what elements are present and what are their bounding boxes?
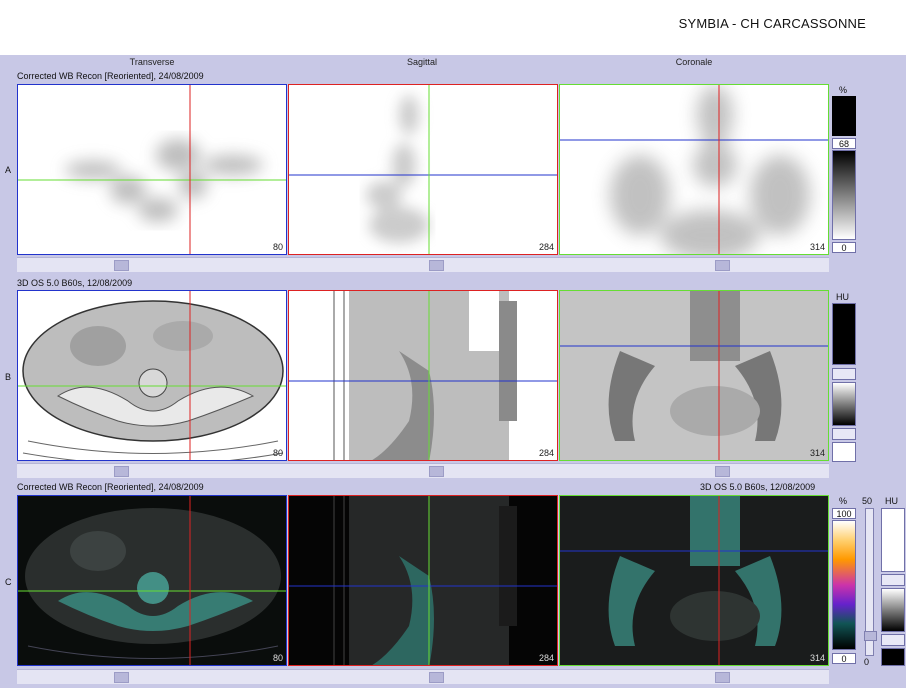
scroll-thumb[interactable]	[114, 466, 129, 477]
scale-a-upper-block	[832, 96, 856, 136]
scale-c-hu-gradient[interactable]	[881, 588, 905, 632]
scale-c-min-box[interactable]: 0	[832, 653, 856, 664]
blend-slider-thumb[interactable]	[864, 631, 877, 641]
scroll-thumb[interactable]	[429, 260, 444, 271]
scroll-thumb[interactable]	[715, 672, 730, 683]
scale-c-unit-left: %	[839, 496, 848, 506]
viewport-a-coronale[interactable]: 314	[559, 84, 829, 255]
scale-a-unit: %	[839, 85, 848, 95]
scale-c-hu-handle[interactable]	[881, 574, 905, 586]
scale-b-gradient[interactable]	[832, 382, 856, 426]
pet-coronal-image	[560, 85, 828, 254]
scale-a-min-box[interactable]: 0	[832, 242, 856, 253]
pet-sagittal-image	[289, 85, 557, 254]
pet-transverse-image	[18, 85, 286, 254]
scale-b-unit: HU	[836, 292, 849, 302]
scale-b-level-handle[interactable]	[832, 368, 856, 380]
row-c-series-info-pet: Corrected WB Recon [Reoriented], 24/08/2…	[17, 482, 204, 492]
column-header-transverse: Transverse	[129, 57, 175, 67]
row-c-series-info-ct: 3D OS 5.0 B60s, 12/08/2009	[700, 482, 816, 492]
scroll-thumb[interactable]	[715, 466, 730, 477]
row-b-slice-scrollbar[interactable]	[17, 463, 829, 478]
slice-number: 314	[809, 242, 825, 252]
column-header-coronale: Coronale	[675, 57, 713, 67]
viewport-c-sagittal[interactable]: 284	[288, 495, 558, 666]
row-b-label: B	[5, 372, 12, 382]
scale-c-hu-lower	[881, 648, 905, 666]
viewport-b-coronale[interactable]: 314	[559, 290, 829, 461]
scale-a-gradient[interactable]	[832, 150, 856, 240]
slice-number: 284	[538, 653, 554, 663]
scale-b-upper-block	[832, 303, 856, 365]
slice-number: 284	[538, 448, 554, 458]
viewport-a-transverse[interactable]: 80	[17, 84, 287, 255]
row-a-series-info: Corrected WB Recon [Reoriented], 24/08/2…	[17, 71, 204, 81]
scale-c-blend-top: 50	[862, 496, 873, 506]
scale-c-blend-slider[interactable]	[864, 508, 877, 656]
row-c-slice-scrollbar[interactable]	[17, 669, 829, 684]
app-header: SYMBIA - CH CARCASSONNE	[0, 0, 906, 55]
ct-coronal-image	[560, 291, 828, 460]
ct-transverse-image	[18, 291, 286, 460]
scroll-thumb[interactable]	[429, 672, 444, 683]
scale-b-min-handle[interactable]	[832, 428, 856, 440]
row-c-label: C	[5, 577, 12, 587]
viewport-c-coronale[interactable]: 314	[559, 495, 829, 666]
viewport-a-sagittal[interactable]: 284	[288, 84, 558, 255]
row-a-label: A	[5, 165, 12, 175]
scroll-thumb[interactable]	[715, 260, 730, 271]
scale-a-level-box[interactable]: 68	[832, 138, 856, 149]
scale-c-unit-right: HU	[885, 496, 898, 506]
slice-number: 314	[809, 653, 825, 663]
institution-title: SYMBIA - CH CARCASSONNE	[678, 16, 866, 31]
scale-c-max-box[interactable]: 100	[832, 508, 856, 519]
fusion-sagittal-image	[289, 496, 557, 665]
row-b-series-info: 3D OS 5.0 B60s, 12/08/2009	[17, 278, 133, 288]
viewport-c-transverse[interactable]: 80	[17, 495, 287, 666]
scale-c-blend-bottom: 0	[864, 657, 870, 667]
slice-number: 314	[809, 448, 825, 458]
row-a-slice-scrollbar[interactable]	[17, 257, 829, 272]
scroll-thumb[interactable]	[114, 260, 129, 271]
slice-number: 284	[538, 242, 554, 252]
viewport-b-transverse[interactable]: 80	[17, 290, 287, 461]
slice-number: 80	[272, 242, 283, 252]
fusion-coronal-image	[560, 496, 828, 665]
fusion-transverse-image	[18, 496, 286, 665]
viewport-b-sagittal[interactable]: 284	[288, 290, 558, 461]
scroll-thumb[interactable]	[114, 672, 129, 683]
scale-c-hu-upper	[881, 508, 905, 572]
ct-sagittal-image	[289, 291, 557, 460]
slice-number: 80	[272, 448, 283, 458]
slice-number: 80	[272, 653, 283, 663]
scale-b-lower-block	[832, 442, 856, 462]
column-header-sagittal: Sagittal	[406, 57, 438, 67]
scroll-thumb[interactable]	[429, 466, 444, 477]
scale-c-hu-min-handle[interactable]	[881, 634, 905, 646]
scale-c-petcolor-gradient[interactable]	[832, 520, 856, 650]
